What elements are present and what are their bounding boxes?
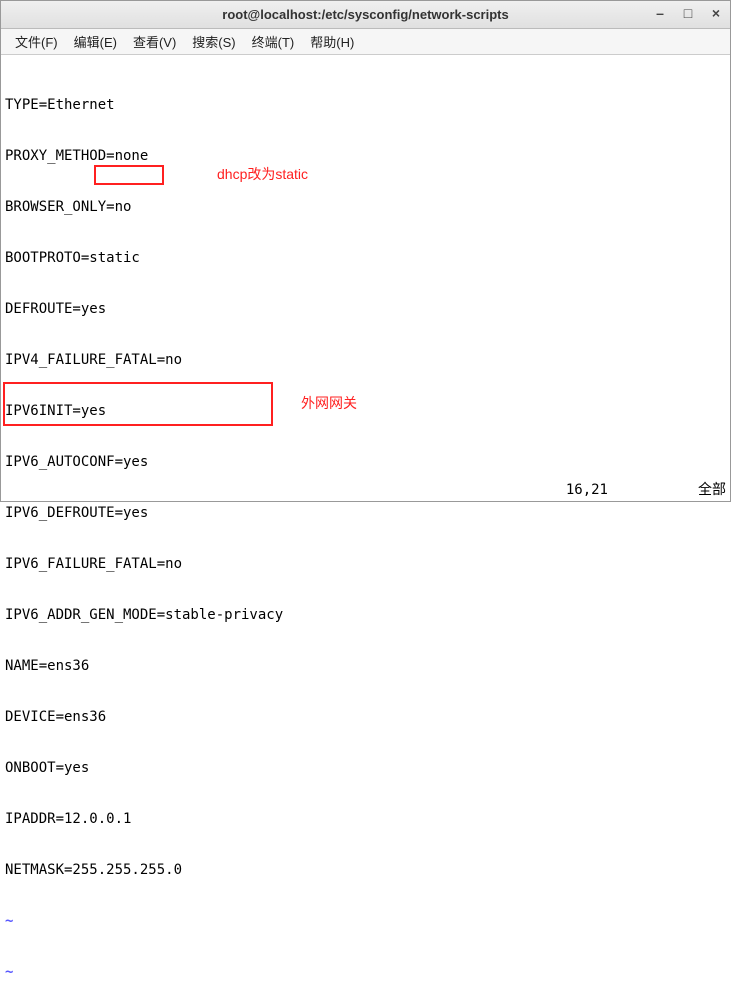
menu-search[interactable]: 搜索(S) [184, 30, 243, 53]
maximize-button[interactable]: □ [678, 4, 698, 22]
menu-terminal[interactable]: 终端(T) [244, 30, 303, 53]
window-controls: – □ × [650, 4, 726, 22]
minimize-button[interactable]: – [650, 4, 670, 22]
config-line: NAME=ens36 [5, 658, 726, 675]
window-titlebar: root@localhost:/etc/sysconfig/network-sc… [1, 1, 730, 29]
config-line: BOOTPROTO=static [5, 250, 726, 267]
config-line: IPV6_DEFROUTE=yes [5, 505, 726, 522]
config-line: ONBOOT=yes [5, 760, 726, 777]
config-line: IPV6_AUTOCONF=yes [5, 454, 726, 471]
menubar: 文件(F) 编辑(E) 查看(V) 搜索(S) 终端(T) 帮助(H) [1, 29, 730, 55]
config-line: IPADDR=12.0.0.1 [5, 811, 726, 828]
config-line: NETMASK=255.255.255.0 [5, 862, 726, 879]
config-line: IPV6_FAILURE_FATAL=no [5, 556, 726, 573]
config-line: TYPE=Ethernet [5, 97, 726, 114]
scroll-indicator: 全部 [698, 482, 726, 499]
menu-help[interactable]: 帮助(H) [302, 30, 362, 53]
menu-file[interactable]: 文件(F) [7, 30, 66, 53]
terminal-viewport[interactable]: TYPE=Ethernet PROXY_METHOD=none BROWSER_… [1, 55, 730, 501]
annotation-text-gateway: 外网网关 [301, 395, 357, 412]
annotation-box-bootproto [94, 165, 164, 185]
close-button[interactable]: × [706, 4, 726, 22]
annotation-text-bootproto: dhcp改为static [217, 166, 308, 183]
window-title: root@localhost:/etc/sysconfig/network-sc… [222, 7, 508, 22]
vim-tilde: ~ [5, 964, 726, 981]
config-line: IPV4_FAILURE_FATAL=no [5, 352, 726, 369]
config-line: DEFROUTE=yes [5, 301, 726, 318]
config-line: BROWSER_ONLY=no [5, 199, 726, 216]
cursor-position: 16,21 [566, 482, 608, 499]
config-line: DEVICE=ens36 [5, 709, 726, 726]
menu-edit[interactable]: 编辑(E) [66, 30, 125, 53]
vim-tilde: ~ [5, 913, 726, 930]
config-line: IPV6_ADDR_GEN_MODE=stable-privacy [5, 607, 726, 624]
config-line: IPV6INIT=yes [5, 403, 726, 420]
menu-view[interactable]: 查看(V) [125, 30, 184, 53]
config-line: PROXY_METHOD=none [5, 148, 726, 165]
vim-statusbar: 16,21 全部 [5, 482, 726, 499]
